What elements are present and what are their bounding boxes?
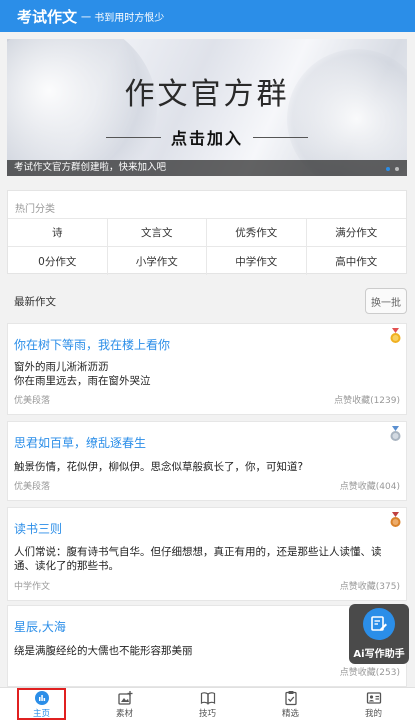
article-likes: 点赞收藏(404): [339, 482, 400, 492]
article-likes: 点赞收藏(375): [339, 582, 400, 592]
category-item[interactable]: 优秀作文: [207, 219, 307, 247]
article-card[interactable]: 你在树下等雨，我在楼上看你 窗外的雨儿淅淅沥沥 你在雨里远去，雨在窗外哭泣 优美…: [7, 323, 407, 415]
divider-line: [105, 136, 161, 138]
tab-label: 主页: [32, 708, 50, 719]
pen-paper-icon: [363, 608, 395, 640]
latest-section-header: 最新作文 换一批: [7, 286, 407, 316]
category-item[interactable]: 中学作文: [207, 247, 307, 275]
article-title[interactable]: 思君如百草，缭乱逐春生: [14, 434, 146, 451]
tab-label: 素材: [115, 708, 133, 719]
tab-label: 技巧: [198, 708, 216, 719]
article-tag[interactable]: 中学作文: [14, 579, 50, 592]
banner-title: 作文官方群: [124, 77, 290, 112]
article-excerpt: 触景伤情，花似伊，柳似伊。思念似草般疯长了，你，可知道?: [14, 461, 304, 473]
group-banner[interactable]: 作文官方群 点击加入 考试作文官方群创建啦，快来加入吧: [7, 39, 407, 176]
banner-join-label: 点击加入: [170, 129, 243, 148]
silver-medal-icon: [390, 426, 401, 441]
banner-caption: 考试作文官方群创建啦，快来加入吧: [7, 160, 407, 176]
ai-helper-label: Ai写作助手: [353, 649, 405, 660]
app-title: 考试作文: [17, 7, 78, 26]
tab-label: 我的: [364, 708, 382, 719]
banner-pagination: [386, 167, 399, 171]
category-item[interactable]: 小学作文: [108, 247, 207, 275]
category-item[interactable]: 文言文: [107, 219, 207, 247]
categories-title: 热门分类: [15, 204, 55, 215]
tab-label: 精选: [281, 708, 299, 719]
bronze-medal-icon: [390, 512, 401, 527]
article-tag[interactable]: 优美段落: [14, 393, 50, 406]
article-likes: 点赞收藏(1239): [334, 396, 400, 406]
ai-writing-assistant-button[interactable]: Ai写作助手: [349, 604, 409, 664]
material-plus-icon: [117, 690, 132, 705]
article-tag[interactable]: 优美段落: [14, 479, 50, 492]
banner-dot[interactable]: [386, 167, 390, 171]
article-card[interactable]: 读书三则 人们常说：腹有诗书气自华。但仔细想想，真正有用的，还是那些让人读懂、读…: [7, 507, 407, 601]
divider-line: [253, 136, 308, 138]
article-title[interactable]: 你在树下等雨，我在楼上看你: [14, 336, 170, 353]
app-header: 考试作文 一 书到用时方恨少: [0, 0, 415, 32]
tab-material[interactable]: 素材: [83, 688, 166, 720]
article-title[interactable]: 读书三则: [14, 520, 62, 537]
category-item[interactable]: 诗: [8, 219, 108, 247]
banner-join[interactable]: 点击加入: [7, 125, 407, 149]
book-icon: [200, 691, 215, 705]
tab-home[interactable]: 主页: [0, 688, 83, 720]
article-title[interactable]: 星辰,大海: [14, 618, 66, 635]
category-item[interactable]: 满分作文: [306, 219, 406, 247]
article-excerpt: 人们常说：腹有诗书气自华。但仔细想想，真正有用的，还是那些让人读懂、读通、读化了…: [14, 546, 382, 572]
bottom-tab-bar: 主页 素材 技巧 精选 我的: [0, 687, 415, 720]
profile-card-icon: [366, 691, 381, 704]
tab-featured[interactable]: 精选: [249, 688, 332, 720]
category-grid: 诗 文言文 优秀作文 满分作文 0分作文 小学作文 中学作文 高中作文: [8, 218, 407, 275]
article-card[interactable]: 思君如百草，缭乱逐春生 触景伤情，花似伊，柳似伊。思念似草般疯长了，你，可知道?…: [7, 421, 407, 501]
latest-title: 最新作文: [14, 295, 56, 308]
hot-categories: 热门分类 诗 文言文 优秀作文 满分作文 0分作文 小学作文 中学作文 高中作文: [7, 190, 407, 275]
article-excerpt: 窗外的雨儿淅淅沥沥 你在雨里远去，雨在窗外哭泣: [14, 361, 151, 387]
home-chart-icon: [34, 690, 49, 705]
category-item[interactable]: 高中作文: [307, 247, 407, 275]
tab-tips[interactable]: 技巧: [166, 688, 249, 720]
tab-mine[interactable]: 我的: [332, 688, 415, 720]
gold-medal-icon: [390, 328, 401, 343]
banner-dot[interactable]: [395, 167, 399, 171]
article-excerpt: 绕是满腹经纶的大儒也不能形容那美丽: [14, 645, 193, 657]
category-item[interactable]: 0分作文: [8, 247, 108, 275]
refresh-button[interactable]: 换一批: [365, 288, 407, 314]
article-card[interactable]: 星辰,大海 绕是满腹经纶的大儒也不能形容那美丽 点赞收藏(253): [7, 605, 407, 687]
clipboard-icon: [284, 690, 297, 705]
article-likes: 点赞收藏(253): [339, 668, 400, 678]
app-slogan: 一 书到用时方恨少: [81, 12, 165, 24]
